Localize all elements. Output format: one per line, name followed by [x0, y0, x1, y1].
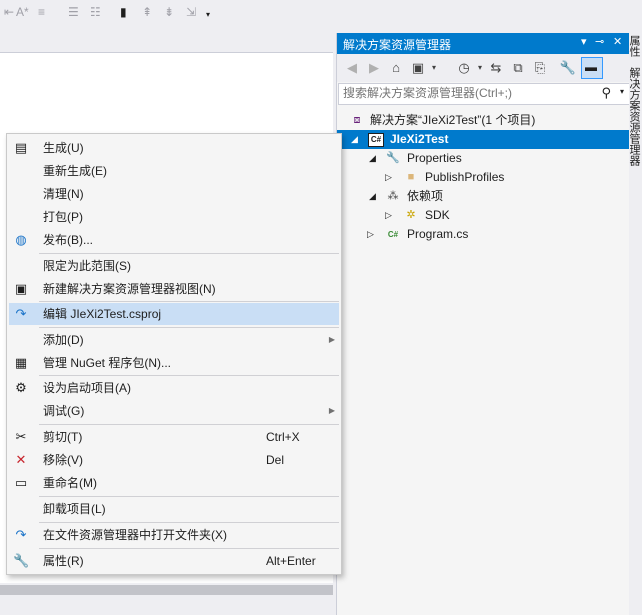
tree-node-publishprofiles[interactable]: ▷ ■ PublishProfiles	[337, 168, 630, 187]
sync-icon[interactable]: ⇆	[487, 59, 505, 77]
uncomment-icon[interactable]: ☷	[90, 3, 101, 21]
menu-separator	[39, 301, 339, 302]
menu-separator	[39, 548, 339, 549]
search-input[interactable]	[343, 86, 593, 100]
format-icon[interactable]: ≡	[38, 3, 45, 21]
rename-icon: ▭	[14, 475, 28, 490]
search-options-icon[interactable]: ▾	[620, 87, 624, 96]
menu-item-pack[interactable]: 打包(P)	[9, 206, 339, 228]
switch-views-dropdown-icon[interactable]: ▾	[425, 59, 443, 77]
editor-toolbar: ⇤ A* ≡ ☰ ☷ ▮ ⇞ ⇟ ⇲ ▾	[0, 0, 336, 26]
menu-separator	[39, 424, 339, 425]
preview-selected-button[interactable]: ▬	[581, 57, 603, 79]
menu-item-scope-to-this[interactable]: 限定为此范围(S)	[9, 255, 339, 277]
solution-explorer-titlebar: 解决方案资源管理器 ▾ ⊸ ✕	[337, 33, 630, 54]
tree-node-program[interactable]: ▷ C# Program.cs	[337, 225, 630, 244]
menu-item-manage-nuget[interactable]: ▦ 管理 NuGet 程序包(N)...	[9, 352, 339, 374]
tree-node-properties[interactable]: ◢ 🔧 Properties	[337, 149, 630, 168]
collapse-icon[interactable]: ◢	[369, 187, 379, 206]
editor-tab-strip	[0, 26, 333, 52]
window-position-icon[interactable]: ▾	[581, 35, 587, 48]
menu-item-properties[interactable]: 🔧 属性(R) Alt+Enter	[9, 550, 339, 572]
home-icon[interactable]: ⌂	[387, 59, 405, 77]
scissors-icon: ✂	[15, 429, 27, 444]
menu-item-rename[interactable]: ▭ 重命名(M)	[9, 472, 339, 494]
menu-item-set-startup[interactable]: ⚙ 设为启动项目(A)	[9, 377, 339, 399]
solution-explorer-toolbar: ◀ ▶ ⌂ ▣ ▾ ◷ ▾ ⇆ ⧉ ⎘ 🔧 ▬	[337, 54, 630, 82]
menu-item-open-in-explorer[interactable]: ↷ 在文件资源管理器中打开文件夹(X)	[9, 524, 339, 546]
preview-icon: ▬	[585, 60, 597, 74]
menu-separator	[39, 496, 339, 497]
toolbar-overflow-icon[interactable]: ▾	[206, 6, 210, 24]
expand-icon[interactable]: ▷	[385, 168, 395, 187]
edit-icon: ↷	[15, 306, 27, 321]
menu-item-unload-project[interactable]: 卸载项目(L)	[9, 498, 339, 520]
dependencies-icon: ⁂	[387, 190, 399, 202]
menu-separator	[39, 327, 339, 328]
tree-node-solution[interactable]: ⧈ 解决方案“JIeXi2Test”(1 个项目)	[337, 111, 630, 130]
wrench-icon: 🔧	[386, 152, 400, 164]
gear-icon: ⚙	[15, 380, 27, 395]
tree-node-project[interactable]: ◢ C# JIeXi2Test	[337, 130, 630, 149]
menu-separator	[39, 522, 339, 523]
menu-separator	[39, 253, 339, 254]
comment-icon[interactable]: ☰	[68, 3, 79, 21]
build-icon: ▤	[14, 140, 28, 155]
collapse-icon[interactable]: ◢	[369, 149, 379, 168]
expand-icon[interactable]: ▷	[367, 225, 377, 244]
show-all-files-icon[interactable]: ⎘	[531, 59, 549, 77]
side-tab-solution-explorer[interactable]: 解决方案资源管理器	[628, 67, 642, 166]
clear-bookmarks-icon[interactable]: ⇲	[186, 3, 196, 21]
next-bookmark-icon[interactable]: ⇟	[164, 3, 174, 21]
search-icon[interactable]: ⚲	[601, 85, 611, 101]
font-size-icon[interactable]: A*	[16, 3, 29, 21]
prev-bookmark-icon[interactable]: ⇞	[142, 3, 152, 21]
menu-item-cut[interactable]: ✂ 剪切(T) Ctrl+X	[9, 426, 339, 448]
forward-icon[interactable]: ▶	[365, 59, 383, 77]
menu-item-remove[interactable]: ✕ 移除(V) Del	[9, 449, 339, 471]
tree-node-sdk[interactable]: ▷ ✲ SDK	[337, 206, 630, 225]
solution-explorer-panel: 解决方案资源管理器 ▾ ⊸ ✕ ◀ ▶ ⌂ ▣ ▾ ◷ ▾ ⇆ ⧉ ⎘ 🔧 ▬ …	[336, 33, 630, 615]
menu-item-rebuild[interactable]: 重新生成(E)	[9, 160, 339, 182]
menu-item-edit-csproj[interactable]: ↷ 编辑 JIeXi2Test.csproj	[9, 303, 339, 325]
menu-item-publish[interactable]: ◍ 发布(B)...	[9, 229, 339, 251]
wrench-icon: 🔧	[13, 553, 30, 568]
menu-item-build[interactable]: ▤ 生成(U)	[9, 137, 339, 159]
close-icon[interactable]: ✕	[613, 35, 622, 48]
menu-item-clean[interactable]: 清理(N)	[9, 183, 339, 205]
horizontal-scrollbar[interactable]	[0, 585, 333, 595]
collapse-all-icon[interactable]: ⧉	[509, 59, 527, 77]
submenu-arrow-icon: ▶	[328, 406, 335, 415]
csharp-file-icon: C#	[387, 230, 399, 239]
menu-item-debug[interactable]: 调试(G) ▶	[9, 400, 339, 422]
new-view-icon: ▣	[14, 281, 28, 296]
nuget-icon: ▦	[14, 355, 28, 370]
increase-indent-icon[interactable]: ⇤	[4, 3, 14, 21]
collapse-icon[interactable]: ◢	[351, 130, 361, 149]
side-tab-strip: 属性 解决方案资源管理器	[628, 33, 642, 615]
submenu-arrow-icon: ▶	[328, 335, 335, 344]
bookmark-icon[interactable]: ▮	[120, 3, 127, 21]
pin-icon[interactable]: ⊸	[595, 35, 604, 48]
remove-icon: ✕	[15, 452, 27, 467]
back-icon[interactable]: ◀	[343, 59, 361, 77]
menu-item-add[interactable]: 添加(D) ▶	[9, 329, 339, 351]
panel-title: 解决方案资源管理器	[343, 38, 452, 52]
menu-separator	[39, 375, 339, 376]
tree-node-dependencies[interactable]: ◢ ⁂ 依赖项	[337, 187, 630, 206]
globe-icon: ◍	[15, 232, 27, 247]
csharp-project-icon: C#	[368, 133, 384, 147]
side-tab-properties[interactable]: 属性	[628, 35, 642, 57]
sdk-icon: ✲	[406, 209, 416, 221]
open-folder-icon: ↷	[15, 527, 27, 542]
folder-icon: ■	[407, 171, 415, 183]
search-box[interactable]: ⚲ ▾	[338, 83, 630, 105]
menu-item-new-explorer-view[interactable]: ▣ 新建解决方案资源管理器视图(N)	[9, 278, 339, 300]
context-menu: ▤ 生成(U) 重新生成(E) 清理(N) 打包(P) ◍ 发布(B)... 限…	[6, 133, 342, 575]
solution-icon: ⧈	[353, 114, 361, 126]
properties-wrench-icon[interactable]: 🔧	[559, 59, 577, 77]
expand-icon[interactable]: ▷	[385, 206, 395, 225]
